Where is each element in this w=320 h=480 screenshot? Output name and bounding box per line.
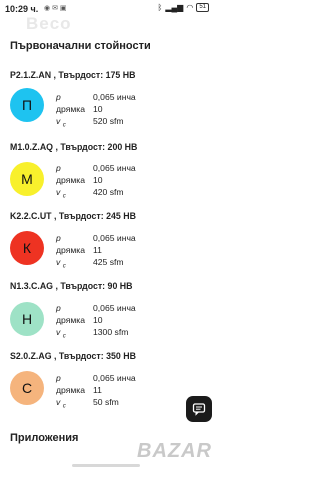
- wifi-icon: ◠: [186, 3, 194, 12]
- feed-param: p 0,065 инча: [56, 303, 136, 313]
- signal-icon: ▂▄▆: [165, 3, 184, 12]
- holder-param: дрямка 10: [56, 104, 103, 114]
- feed-param: p 0,065 инча: [56, 373, 136, 383]
- applications-title: Приложения: [10, 432, 79, 444]
- material-badge: Н: [10, 302, 44, 336]
- feed-param: p 0,065 инча: [56, 233, 136, 243]
- material-section: K2.2.C.UT , Твърдост: 245 HB К p 0,065 ин…: [10, 211, 210, 271]
- home-gesture-handle[interactable]: [72, 464, 140, 467]
- notification-icons: ◉ ✉ ▣: [44, 4, 67, 12]
- material-section: N1.3.C.AG , Твърдост: 90 HB Н p 0,065 инч…: [10, 281, 210, 341]
- watermark: Beco: [26, 14, 72, 33]
- speed-param: v c 420 sfm: [56, 187, 124, 200]
- speed-param: v c 425 sfm: [56, 257, 124, 270]
- feed-param: p 0,065 инча: [56, 163, 136, 173]
- holder-param: дрямка 11: [56, 245, 102, 255]
- holder-param: дрямка 11: [56, 385, 102, 395]
- section-header: N1.3.C.AG , Твърдост: 90 HB: [10, 281, 133, 291]
- material-badge: П: [10, 88, 44, 122]
- chat-button[interactable]: [186, 396, 212, 422]
- section-header: M1.0.Z.AQ , Твърдост: 200 HB: [10, 142, 138, 152]
- feed-param: p 0,065 инча: [56, 92, 136, 102]
- mail-icon: ✉: [52, 5, 58, 12]
- navigation-bar: [0, 456, 214, 480]
- material-section: M1.0.Z.AQ , Твърдост: 200 HB М p 0,065 ин…: [10, 142, 210, 202]
- holder-param: дрямка 10: [56, 315, 103, 325]
- speed-param: v c 520 sfm: [56, 116, 124, 129]
- bluetooth-icon: ᛒ: [157, 3, 163, 12]
- material-section: P2.1.Z.AN , Твърдост: 175 HB П p 0,065 ин…: [10, 70, 210, 130]
- whatsapp-icon: ◉: [44, 5, 51, 12]
- battery-icon: 51: [196, 3, 209, 12]
- status-time: 10:29 ч.: [5, 4, 39, 14]
- message-icon: ▣: [59, 5, 67, 12]
- section-header: K2.2.C.UT , Твърдост: 245 HB: [10, 211, 136, 221]
- page-title: Първоначални стойности: [10, 40, 151, 52]
- section-header: S2.0.Z.AG , Твърдост: 350 HB: [10, 351, 136, 361]
- speed-param: v c 50 sfm: [56, 397, 119, 410]
- speed-param: v c 1300 sfm: [56, 327, 129, 340]
- material-section: S2.0.Z.AG , Твърдост: 350 HB С p 0,065 ин…: [10, 351, 210, 411]
- chat-icon: [192, 403, 206, 416]
- system-icons: ᛒ ▂▄▆ ◠ 51: [158, 3, 209, 12]
- section-header: P2.1.Z.AN , Твърдост: 175 HB: [10, 70, 136, 80]
- material-badge: К: [10, 231, 44, 265]
- material-badge: С: [10, 371, 44, 405]
- holder-param: дрямка 10: [56, 175, 103, 185]
- material-badge: М: [10, 162, 44, 196]
